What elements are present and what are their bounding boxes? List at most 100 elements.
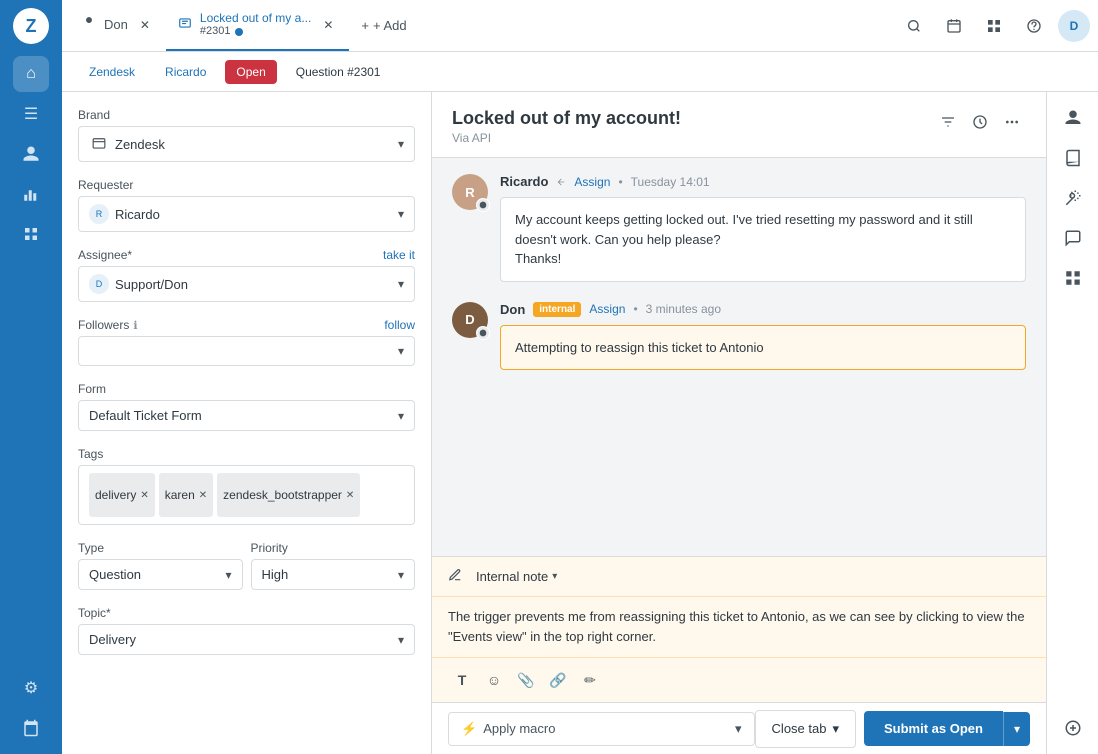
followers-label: Followers ℹ follow: [78, 318, 415, 332]
reply-text-area[interactable]: The trigger prevents me from reassigning…: [432, 597, 1046, 657]
calendar-button[interactable]: [938, 10, 970, 42]
requester-chevron-icon: ▾: [398, 207, 404, 221]
message-body-ricardo: My account keeps getting locked out. I'v…: [500, 197, 1026, 282]
tag-karen-remove[interactable]: ✕: [199, 490, 207, 501]
assignee-select[interactable]: D Support/Don ▾: [78, 266, 415, 302]
breadcrumb-open: Open: [225, 60, 276, 84]
nav-apps[interactable]: [13, 216, 49, 252]
assignee-avatar: D: [89, 274, 109, 294]
format-text-icon: T: [458, 672, 467, 688]
followers-select[interactable]: ▾: [78, 336, 415, 366]
followers-info-icon[interactable]: ℹ: [133, 319, 137, 332]
ticket-title-group: Locked out of my account! Via API: [452, 108, 681, 145]
content-row: Brand Zendesk ▾ Requester: [62, 92, 1098, 754]
followers-follow-link[interactable]: follow: [384, 318, 415, 332]
priority-select[interactable]: High ▾: [251, 559, 416, 590]
apply-macro-button[interactable]: ⚡ Apply macro ▾: [448, 712, 755, 746]
nav-reporting[interactable]: [13, 176, 49, 212]
tag-delivery: delivery ✕: [89, 473, 155, 517]
assignee-take-it-link[interactable]: take it: [383, 248, 415, 262]
priority-chevron-icon: ▾: [398, 568, 404, 582]
tab-don-close[interactable]: ✕: [136, 16, 154, 34]
apply-macro-chevron-icon: ▾: [735, 721, 742, 737]
tab-ticket-close[interactable]: ✕: [319, 16, 337, 34]
message-assign-link-don[interactable]: Assign: [589, 302, 625, 316]
link-icon: 🔗: [549, 672, 566, 689]
tag-delivery-remove[interactable]: ✕: [140, 490, 148, 501]
side-chat-icon[interactable]: [1055, 220, 1091, 256]
submit-as-open-button[interactable]: Submit as Open: [864, 711, 1003, 746]
topic-select[interactable]: Delivery ▾: [78, 624, 415, 655]
form-chevron-icon: ▾: [398, 409, 404, 423]
breadcrumb-ricardo[interactable]: Ricardo: [154, 60, 217, 84]
side-add-icon[interactable]: [1055, 710, 1091, 746]
message-author-don: Don: [500, 302, 525, 317]
submit-chevron-button[interactable]: ▾: [1003, 712, 1030, 746]
breadcrumb-bar: Zendesk Ricardo Open Question #2301: [62, 52, 1098, 92]
side-panel: [1046, 92, 1098, 754]
nav-views[interactable]: ☰: [13, 96, 49, 132]
emoji-icon: ☺: [487, 672, 501, 688]
nav-home[interactable]: ⌂: [13, 56, 49, 92]
tab-don[interactable]: Don ✕: [70, 0, 166, 51]
internal-badge: internal: [533, 302, 581, 317]
tab-ticket2301[interactable]: Locked out of my a... #2301 ✕: [166, 0, 349, 51]
ticket-header: Locked out of my account! Via API: [432, 92, 1046, 158]
events-history-icon[interactable]: [966, 108, 994, 136]
form-select[interactable]: Default Ticket Form ▾: [78, 400, 415, 431]
assignee-field-group: Assignee* take it D Support/Don ▾: [78, 248, 415, 302]
requester-select[interactable]: R Ricardo ▾: [78, 196, 415, 232]
attach-button[interactable]: 📎: [512, 666, 540, 694]
tags-label: Tags: [78, 447, 415, 461]
message-avatar-don: D: [452, 302, 488, 338]
apps-button[interactable]: [978, 10, 1010, 42]
reply-type-bar: Internal note ▾: [432, 557, 1046, 597]
emoji-button[interactable]: ☺: [480, 666, 508, 694]
side-knowledge-icon[interactable]: [1055, 140, 1091, 176]
nav-settings[interactable]: ⚙: [13, 670, 49, 706]
reply-area: Internal note ▾ The trigger prevents me …: [432, 556, 1046, 702]
message-header-ricardo: Ricardo Assign • Tuesday 14:01: [500, 174, 1026, 189]
nav-contacts[interactable]: [13, 136, 49, 172]
help-button[interactable]: [1018, 10, 1050, 42]
brand-label: Brand: [78, 108, 415, 122]
side-apps-icon[interactable]: [1055, 260, 1091, 296]
tab-ticket-sub: #2301: [200, 25, 311, 38]
format-text-button[interactable]: T: [448, 666, 476, 694]
edit-format-button[interactable]: ✏: [576, 666, 604, 694]
edit-icon: [448, 568, 462, 585]
type-select[interactable]: Question ▾: [78, 559, 243, 590]
side-user-icon[interactable]: [1055, 100, 1091, 136]
close-tab-button[interactable]: Close tab ▾: [755, 710, 856, 748]
nav-logo[interactable]: Z: [13, 8, 49, 44]
avatar-badge-ricardo: [476, 198, 490, 212]
side-magic-icon[interactable]: [1055, 180, 1091, 216]
message-time-ricardo: Tuesday 14:01: [631, 175, 710, 189]
message-assign-link-ricardo[interactable]: Assign: [574, 175, 610, 189]
tag-zendesk-bootstrapper-remove[interactable]: ✕: [346, 490, 354, 501]
requester-label: Requester: [78, 178, 415, 192]
followers-chevron-icon: ▾: [398, 344, 404, 358]
user-avatar[interactable]: D: [1058, 10, 1090, 42]
tab-don-label: Don: [104, 17, 128, 32]
reply-type-chevron-icon: ▾: [552, 571, 557, 582]
tags-container[interactable]: delivery ✕ karen ✕ zendesk_bootstrapper …: [78, 465, 415, 525]
breadcrumb-zendesk[interactable]: Zendesk: [78, 60, 146, 84]
search-button[interactable]: [898, 10, 930, 42]
tab-ticket-text: Locked out of my a... #2301: [200, 11, 311, 39]
filter-icon[interactable]: [934, 108, 962, 136]
brand-field-group: Brand Zendesk ▾: [78, 108, 415, 162]
messages-area: R Ricardo Assign • Tu: [432, 158, 1046, 556]
main-area: Don ✕ Locked out of my a... #2301 ✕ + + …: [62, 0, 1098, 754]
followers-field-group: Followers ℹ follow ▾: [78, 318, 415, 366]
link-button[interactable]: 🔗: [544, 666, 572, 694]
message-header-don: Don internal Assign • 3 minutes ago: [500, 302, 1026, 317]
type-priority-row: Type Question ▾ Priority High ▾: [78, 541, 415, 606]
nav-calendar[interactable]: [13, 710, 49, 746]
add-tab-button[interactable]: + + Add: [349, 18, 418, 33]
more-options-icon[interactable]: [998, 108, 1026, 136]
internal-note-button[interactable]: Internal note ▾: [468, 565, 565, 588]
brand-select[interactable]: Zendesk ▾: [78, 126, 415, 162]
priority-label: Priority: [251, 541, 416, 555]
brand-chevron-icon: ▾: [398, 137, 404, 151]
